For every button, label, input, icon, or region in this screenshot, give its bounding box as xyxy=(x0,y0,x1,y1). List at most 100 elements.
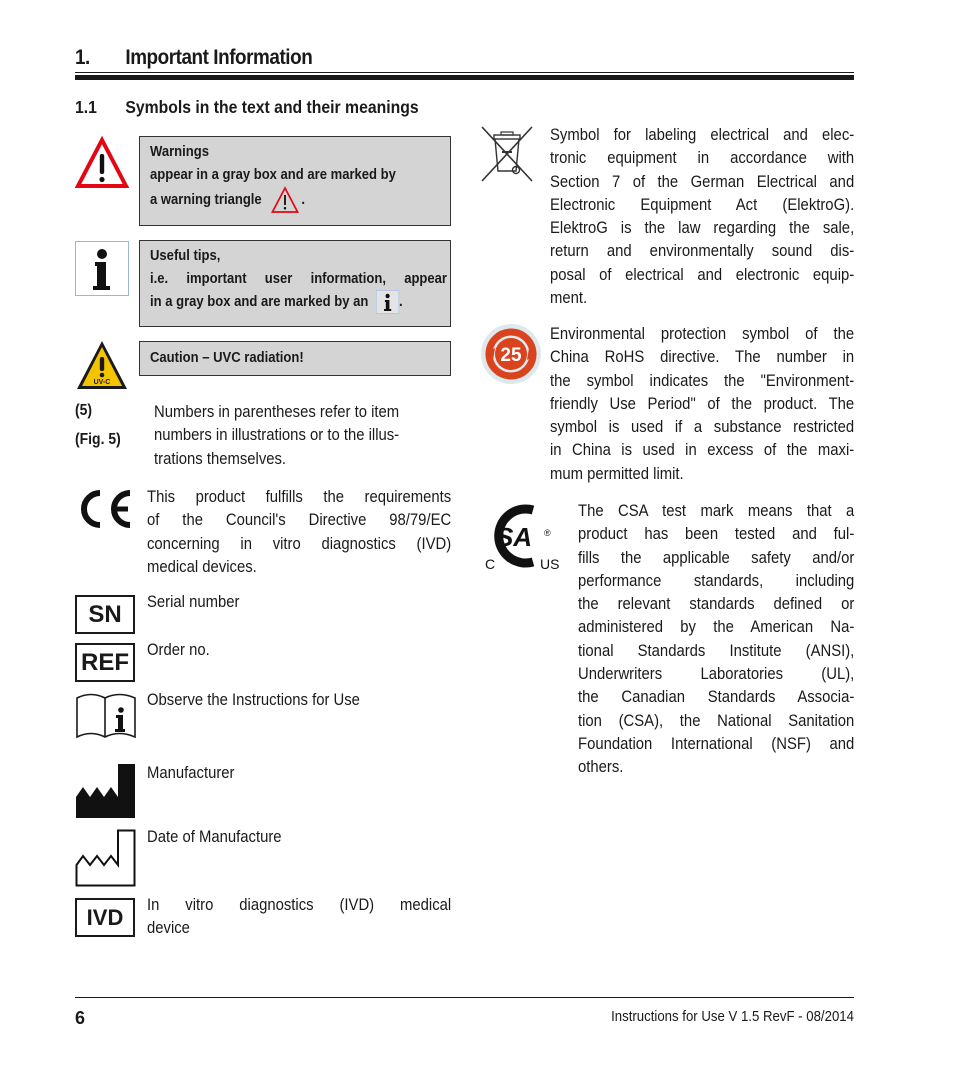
csa-line: The CSA test mark means that a xyxy=(578,502,855,520)
ce-mark-icon xyxy=(81,490,131,528)
ivd-icon-text: IVD xyxy=(86,904,124,930)
china-rohs-text: Environmental protection symbol of the C… xyxy=(550,323,854,486)
numbers-ref-line: Numbers in parentheses refer to item xyxy=(154,403,400,421)
serial-number-label: Serial number xyxy=(147,591,250,614)
csa-registered: ® xyxy=(544,528,551,538)
ce-line: This product fulfills the requirements xyxy=(147,488,452,506)
date-of-manufacture-icon xyxy=(75,829,136,887)
chapter-heading: 1. Important Information xyxy=(75,46,313,70)
inline-warning-triangle-icon xyxy=(271,186,300,213)
serial-number-label-text: Serial number xyxy=(147,593,240,611)
tips-line1: i.e. important user information, appear xyxy=(150,270,447,287)
serial-number-icon-text: SN xyxy=(88,600,122,628)
weee-line: Section 7 of the German Electrical and xyxy=(550,172,855,191)
instructions-for-use-label-text: Observe the Instructions for Use xyxy=(147,691,360,709)
csa-line: product has been tested and ful- xyxy=(578,525,855,544)
manufacturer-icon xyxy=(76,764,135,818)
info-icon xyxy=(75,241,129,296)
csa-line: performance standards, including xyxy=(578,571,855,590)
numbers-ref-line: numbers in illustrations or to the illus… xyxy=(154,426,400,445)
tips-suffix: . xyxy=(398,293,403,310)
china-rohs-line: China RoHS directive. The number in xyxy=(550,348,855,367)
weee-line: ElektroG is the law regarding the sale, xyxy=(550,219,855,238)
ivd-label: In vitro diagnostics (IVD) medical devic… xyxy=(147,894,451,941)
china-rohs-line: symbol is used if a substance restricted xyxy=(550,418,855,437)
csa-line: Foundation International (NSF) and xyxy=(578,734,855,753)
tips-box: Useful tips, i.e. important user informa… xyxy=(139,240,451,327)
csa-text: The CSA test mark means that a product h… xyxy=(578,500,854,780)
header-rule-thin xyxy=(75,72,854,73)
csa-line: Underwriters Laboratories (UL), xyxy=(578,665,855,684)
manufacturer-label: Manufacturer xyxy=(147,762,244,785)
tips-title: Useful tips, xyxy=(150,248,221,264)
inline-info-icon xyxy=(375,290,399,314)
section-heading: 1.1 Symbols in the text and their meaning… xyxy=(75,97,419,118)
csa-mark-icon: SA ® C US xyxy=(485,504,559,572)
manufacturer-label-text: Manufacturer xyxy=(147,764,235,782)
warning-triangle-icon xyxy=(75,136,129,188)
page-number: 6 xyxy=(75,1008,86,1028)
crossed-bin-icon xyxy=(481,126,533,182)
china-rohs-line: Environmental protection symbol of the xyxy=(550,325,855,343)
order-number-icon-text: REF xyxy=(81,648,129,676)
warning-line2: a warning triangle xyxy=(150,191,262,208)
ce-line: medical devices. xyxy=(147,557,257,576)
uvc-warning-icon: UV-C xyxy=(77,341,127,389)
warning-suffix: . xyxy=(301,191,305,208)
chapter-number: 1. xyxy=(75,46,90,69)
china-rohs-line: the symbol indicates the "Environment- xyxy=(550,371,855,390)
weee-line: return and environmentally sound dis- xyxy=(550,242,855,261)
china-rohs-icon-text: 25 xyxy=(500,345,522,366)
weee-line: ment. xyxy=(550,289,588,308)
uvc-text: Caution – UVC radiation! xyxy=(150,350,304,366)
numbers-ref-text: Numbers in parentheses refer to item num… xyxy=(154,401,454,471)
csa-line: tional Standards Institute (ANSI), xyxy=(578,641,855,660)
weee-line: tronic equipment in accordance with xyxy=(550,149,855,168)
csa-line: the Canadian Standards Associa- xyxy=(578,688,855,707)
serial-number-icon: SN xyxy=(75,595,135,634)
ref-label-figure: (Fig. 5) xyxy=(75,431,121,448)
csa-line: administered by the American Na- xyxy=(578,618,855,637)
date-of-manufacture-label-text: Date of Manufacture xyxy=(147,828,282,846)
svg-text:SA: SA xyxy=(496,522,532,552)
order-number-label-text: Order no. xyxy=(147,641,210,659)
china-rohs-line: mum permitted limit. xyxy=(550,464,684,483)
chapter-title: Important Information xyxy=(125,46,313,69)
document-info: Instructions for Use V 1.5 RevF - 08/201… xyxy=(611,1008,854,1025)
warning-line1: appear in a gray box and are marked by xyxy=(150,166,396,183)
weee-line: Symbol for labeling electrical and elec- xyxy=(550,126,855,144)
section-title: Symbols in the text and their meanings xyxy=(125,97,419,117)
uvc-icon-label: UV-C xyxy=(94,379,111,386)
ivd-label-line: device xyxy=(147,919,190,938)
numbers-ref-line: trations themselves. xyxy=(154,449,287,468)
ivd-label-line: In vitro diagnostics (IVD) medical xyxy=(147,896,452,914)
header-rule-thick xyxy=(75,75,854,80)
ce-line: of the Council's Directive 98/79/EC xyxy=(147,511,452,530)
csa-icon-c: C xyxy=(485,556,495,572)
ce-text: This product fulfills the requirements o… xyxy=(147,486,451,579)
date-of-manufacture-label: Date of Manufacture xyxy=(147,826,297,849)
footer-rule xyxy=(75,997,854,998)
weee-line: Electronic Equipment Act (ElektroG). xyxy=(550,195,855,214)
ref-label-item: (5) xyxy=(75,402,93,419)
warning-line2-wrap: a warning triangle . xyxy=(150,186,447,214)
weee-line: posal of electrical and electronic equip… xyxy=(550,265,855,284)
order-number-icon: REF xyxy=(75,643,135,682)
csa-line: others. xyxy=(578,758,624,777)
warning-title: Warnings xyxy=(150,144,209,160)
ivd-icon: IVD xyxy=(75,898,135,937)
china-rohs-line: friendly Use Period" of the product. The xyxy=(550,394,855,413)
instructions-for-use-icon xyxy=(76,693,136,739)
warning-box: Warnings appear in a gray box and are ma… xyxy=(139,136,451,226)
instructions-for-use-label: Observe the Instructions for Use xyxy=(147,689,384,712)
ce-line: concerning in vitro diagnostics (IVD) xyxy=(147,534,452,553)
csa-line: the relevant standards defined or xyxy=(578,595,855,614)
csa-icon-us: US xyxy=(540,556,559,572)
china-rohs-icon: 25 xyxy=(481,324,541,384)
uvc-box: Caution – UVC radiation! xyxy=(139,341,451,376)
tips-line2: in a gray box and are marked by an xyxy=(150,293,369,310)
weee-text: Symbol for labeling electrical and elec-… xyxy=(550,124,854,310)
csa-line: tion (CSA), the National Sanitation xyxy=(578,711,855,730)
section-number: 1.1 xyxy=(75,97,97,117)
tips-line2-wrap: in a gray box and are marked by an . xyxy=(150,290,447,314)
